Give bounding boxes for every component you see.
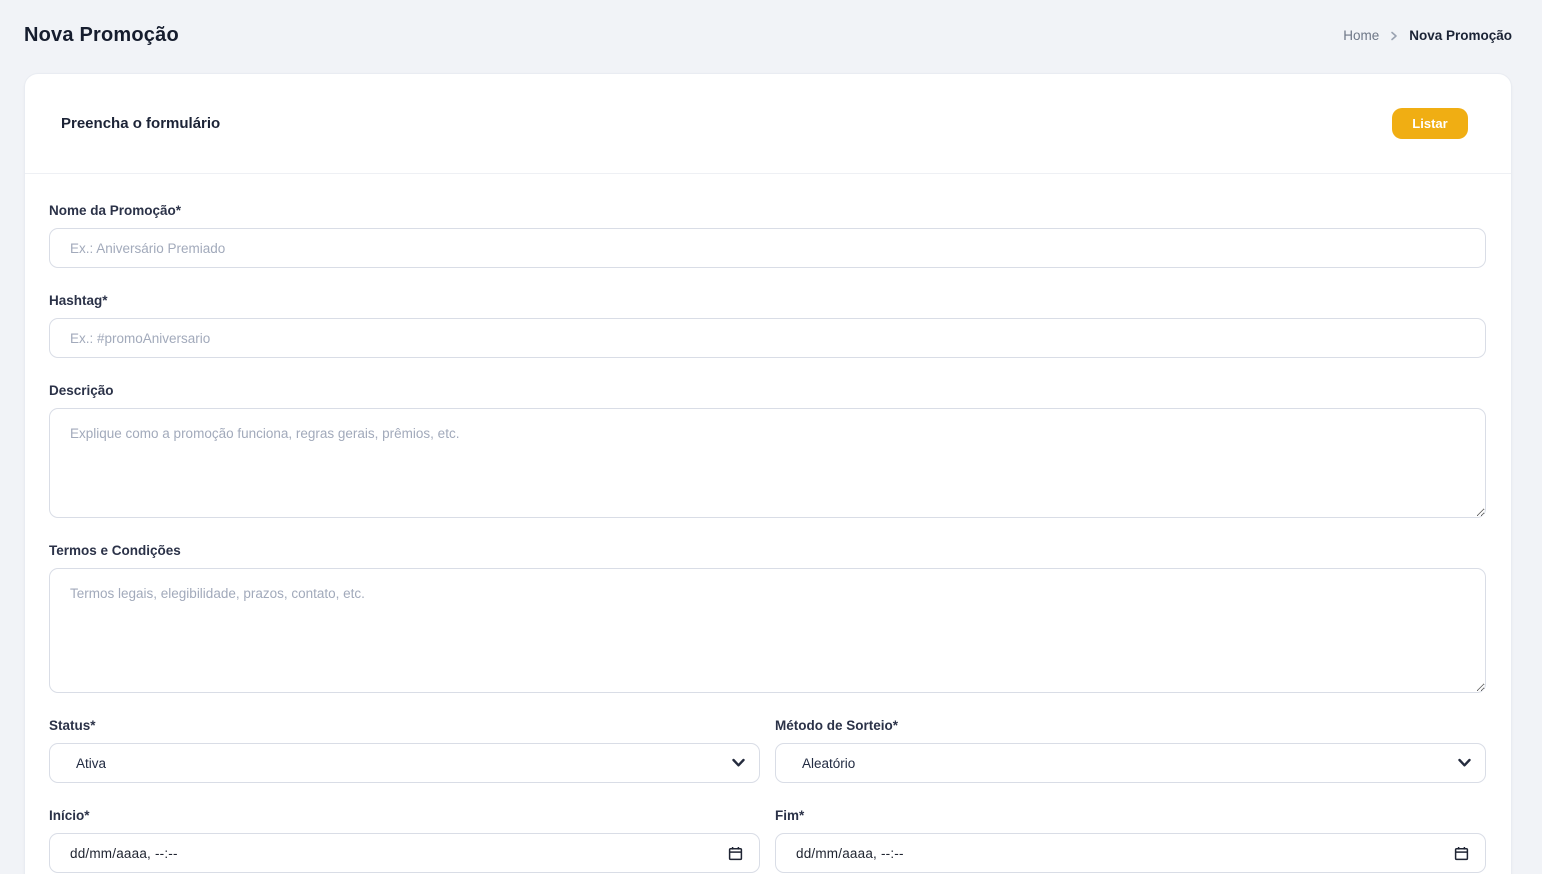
termos-textarea[interactable] <box>49 568 1486 693</box>
field-group-fim: Fim* dd/mm/aaaa, --:-- <box>775 807 1486 873</box>
card-body: Nome da Promoção* Hashtag* Descrição Ter… <box>25 174 1511 874</box>
field-group-termos: Termos e Condições <box>49 542 1486 693</box>
hashtag-label: Hashtag* <box>49 292 1486 310</box>
inicio-datetime-value: dd/mm/aaaa, --:-- <box>70 846 178 861</box>
nome-label: Nome da Promoção* <box>49 202 1486 220</box>
field-group-status: Status* Ativa <box>49 717 760 783</box>
field-group-descricao: Descrição <box>49 382 1486 518</box>
breadcrumb-current: Nova Promoção <box>1409 28 1512 43</box>
form-card: Preencha o formulário Listar Nome da Pro… <box>24 73 1512 874</box>
field-group-hashtag: Hashtag* <box>49 292 1486 358</box>
nome-input[interactable] <box>49 228 1486 268</box>
topbar: Nova Promoção Home Nova Promoção <box>24 24 1512 47</box>
breadcrumb-home-link[interactable]: Home <box>1343 28 1379 43</box>
selects-row: Status* Ativa Método de Sorteio* <box>49 717 1486 873</box>
status-label: Status* <box>49 717 760 735</box>
inicio-label: Início* <box>49 807 760 825</box>
fim-datetime-input[interactable]: dd/mm/aaaa, --:-- <box>775 833 1486 873</box>
field-group-inicio: Início* dd/mm/aaaa, --:-- <box>49 807 760 873</box>
descricao-textarea[interactable] <box>49 408 1486 518</box>
metodo-sorteio-select[interactable]: Aleatório <box>775 743 1486 783</box>
chevron-right-icon <box>1389 31 1399 41</box>
breadcrumb: Home Nova Promoção <box>1343 28 1512 43</box>
field-group-metodo-sorteio: Método de Sorteio* Aleatório <box>775 717 1486 783</box>
descricao-label: Descrição <box>49 382 1486 400</box>
status-select[interactable]: Ativa <box>49 743 760 783</box>
inicio-datetime-input[interactable]: dd/mm/aaaa, --:-- <box>49 833 760 873</box>
fim-label: Fim* <box>775 807 1486 825</box>
hashtag-input[interactable] <box>49 318 1486 358</box>
calendar-icon[interactable] <box>1452 844 1471 863</box>
listar-button[interactable]: Listar <box>1392 108 1468 139</box>
status-select-wrap: Ativa <box>49 743 760 783</box>
page-title: Nova Promoção <box>24 24 179 47</box>
metodo-sorteio-select-wrap: Aleatório <box>775 743 1486 783</box>
page: Nova Promoção Home Nova Promoção Preench… <box>0 0 1542 874</box>
card-header: Preencha o formulário Listar <box>25 74 1511 174</box>
fim-datetime-value: dd/mm/aaaa, --:-- <box>796 846 904 861</box>
termos-label: Termos e Condições <box>49 542 1486 560</box>
calendar-icon[interactable] <box>726 844 745 863</box>
field-group-nome: Nome da Promoção* <box>49 202 1486 268</box>
metodo-sorteio-label: Método de Sorteio* <box>775 717 1486 735</box>
card-header-title: Preencha o formulário <box>61 115 220 132</box>
